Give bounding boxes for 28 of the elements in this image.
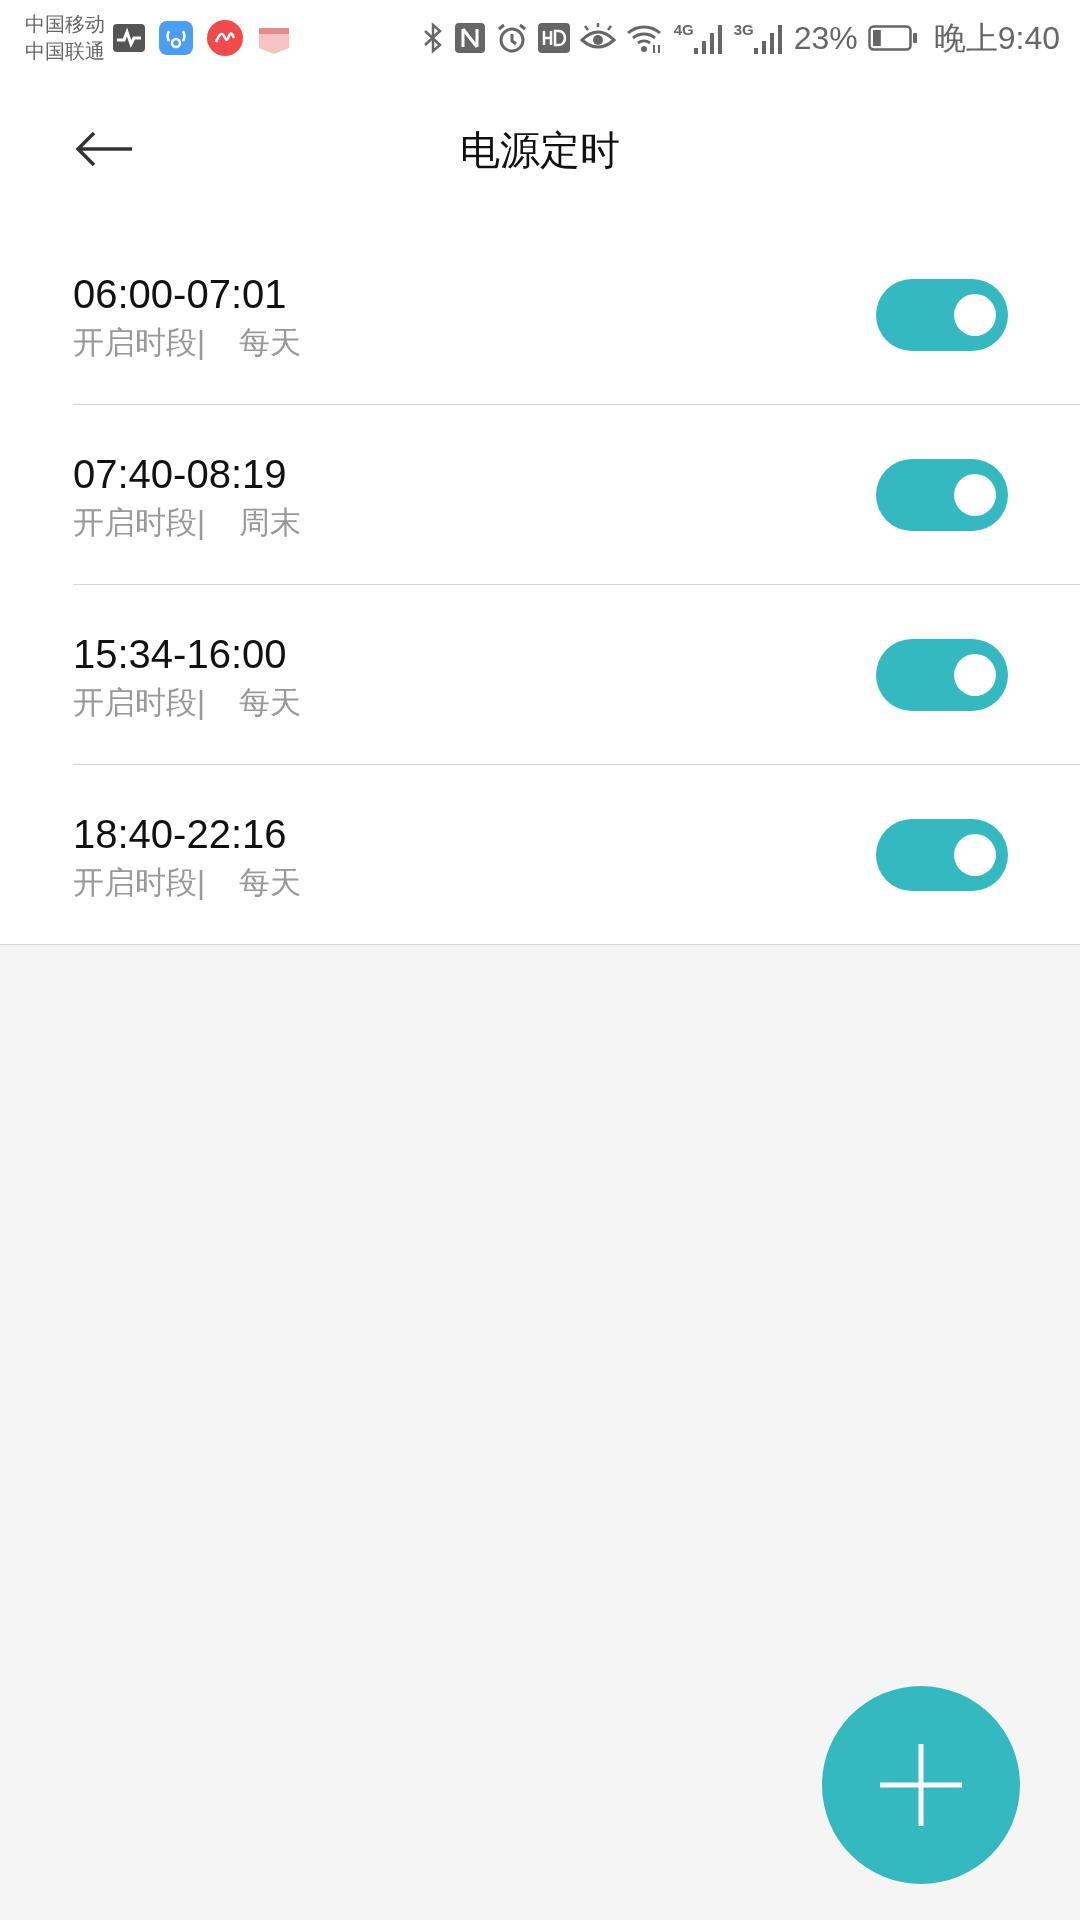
network-type: 3G	[733, 21, 754, 38]
pulse-app-icon	[113, 23, 145, 52]
repeat-label: 每天	[239, 683, 302, 722]
nfc-icon	[453, 21, 486, 54]
time-range: 07:40-08:19	[73, 450, 288, 498]
period-label: 开启时段|	[73, 863, 206, 902]
repeat-label: 每天	[239, 323, 302, 362]
period-label: 开启时段|	[73, 323, 206, 362]
repeat-label: 每天	[239, 863, 302, 902]
time-range: 15:34-16:00	[73, 630, 288, 678]
wifi-key-app-icon	[159, 20, 193, 55]
back-arrow-icon	[74, 131, 134, 167]
repeat-label: 周末	[239, 503, 302, 542]
hd-icon	[537, 22, 570, 53]
period-label: 开启时段|	[73, 503, 206, 542]
time-range: 06:00-07:01	[73, 270, 288, 318]
network-type: 4G	[673, 21, 694, 38]
carrier-name: 中国联通	[25, 38, 105, 64]
clock-time: 晚上9:40	[933, 18, 1060, 58]
battery-percent: 23%	[793, 18, 858, 58]
running-app-icon	[207, 19, 243, 56]
battery-icon	[867, 24, 918, 51]
page-title: 电源定时	[460, 127, 620, 174]
alarm-clock-icon	[495, 21, 528, 54]
time-range: 18:40-22:16	[73, 810, 288, 858]
carrier-name: 中国移动	[25, 11, 105, 37]
plus-icon	[880, 1744, 962, 1826]
period-label: 开启时段|	[73, 683, 206, 722]
